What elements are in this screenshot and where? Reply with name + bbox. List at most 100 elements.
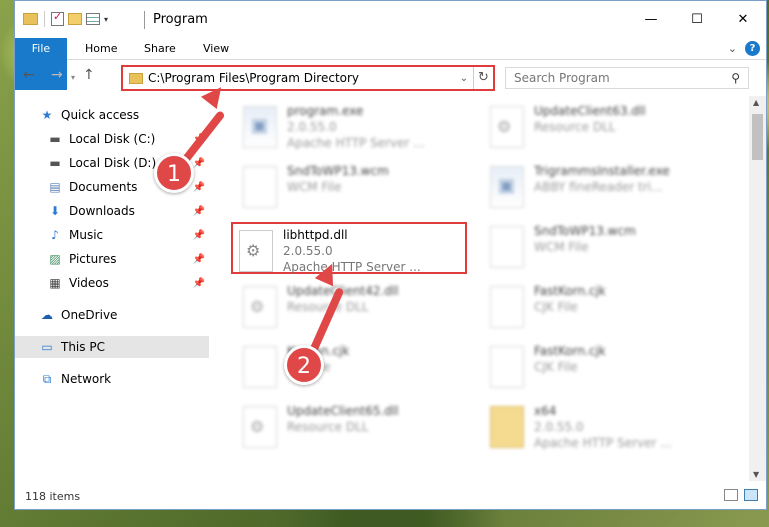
file-icon	[490, 286, 524, 328]
file-name: UpdateClient65.dll	[287, 404, 399, 418]
file-description: Apache HTTP Server ...	[287, 136, 425, 150]
file-item-selected[interactable]: libhttpd.dll 2.0.55.0 Apache HTTP Server…	[231, 222, 467, 274]
navigation-bar: ← → ▾ ↑ C:\Program Files\Program Directo…	[15, 63, 766, 93]
sidebar-item-this-pc[interactable]: ▭ This PC	[15, 336, 209, 358]
sidebar-item-downloads[interactable]: ⬇ Downloads 📌	[15, 200, 209, 222]
file-item[interactable]: SndToWP13.wcm WCM File	[237, 160, 473, 212]
file-item[interactable]: Korean.cjk CJK File	[237, 340, 473, 392]
scrollbar-thumb[interactable]	[752, 114, 763, 160]
dll-icon	[239, 230, 273, 272]
search-icon[interactable]: ⚲	[731, 71, 740, 85]
pin-icon[interactable]: 📌	[193, 182, 205, 193]
file-list: program.exe 2.0.55.0 Apache HTTP Server …	[209, 96, 744, 481]
file-version: 2.0.55.0	[283, 244, 333, 258]
view-icon[interactable]	[86, 13, 100, 25]
address-path[interactable]: C:\Program Files\Program Directory	[148, 71, 455, 85]
file-icon	[490, 346, 524, 388]
close-button[interactable]: ✕	[720, 1, 766, 38]
music-icon: ♪	[51, 228, 59, 242]
scroll-down-icon[interactable]: ▼	[753, 470, 759, 479]
file-name: program.exe	[287, 104, 364, 118]
tab-view[interactable]: View	[191, 38, 241, 60]
drive-icon: ▬	[49, 132, 61, 146]
address-bar[interactable]: C:\Program Files\Program Directory ⌄ ↻	[121, 65, 495, 91]
forward-button[interactable]: →	[51, 67, 63, 83]
explorer-window: ▾ Program — ☐ ✕ File Home Share View ⌄ ?…	[14, 0, 767, 510]
ribbon-tabs: File Home Share View ⌄ ?	[15, 38, 766, 90]
sidebar-item-network[interactable]: ⧉ Network	[15, 368, 209, 390]
sidebar-item-label: Pictures	[69, 252, 117, 266]
sidebar-item-videos[interactable]: ▦ Videos 📌	[15, 272, 209, 294]
file-name: libhttpd.dll	[283, 228, 348, 242]
file-type: Resource DLL	[287, 420, 369, 434]
file-item[interactable]: UpdateClient63.dll Resource DLL	[484, 100, 720, 152]
tab-home[interactable]: Home	[73, 38, 129, 60]
tiles-view-icon[interactable]	[744, 489, 758, 501]
sidebar-item-label: OneDrive	[61, 308, 118, 322]
tab-share[interactable]: Share	[132, 38, 188, 60]
sidebar-item-onedrive[interactable]: ☁ OneDrive	[15, 304, 209, 326]
file-item[interactable]: FastKorn.cjk CJK File	[484, 280, 720, 332]
file-icon	[243, 166, 277, 208]
file-item[interactable]: FastKorn.cjk CJK File	[484, 340, 720, 392]
maximize-button[interactable]: ☐	[674, 1, 720, 38]
network-icon: ⧉	[42, 371, 52, 386]
download-icon: ⬇	[49, 204, 61, 218]
pin-icon[interactable]: 📌	[193, 206, 205, 217]
vertical-scrollbar[interactable]: ▲ ▼	[749, 96, 766, 481]
search-placeholder: Search Program	[514, 71, 610, 85]
address-dropdown-icon[interactable]: ⌄	[455, 73, 473, 84]
file-item[interactable]: SndToWP13.wcm WCM File	[484, 220, 720, 272]
pictures-icon: ▨	[49, 252, 61, 266]
sidebar-item-music[interactable]: ♪ Music 📌	[15, 224, 209, 246]
drive-icon: ▬	[49, 156, 61, 170]
cloud-icon: ☁	[41, 308, 53, 322]
minimize-button[interactable]: —	[628, 1, 674, 38]
file-item[interactable]: x64 2.0.55.0 Apache HTTP Server ...	[484, 400, 720, 452]
customize-toolbar-icon[interactable]: ▾	[104, 15, 108, 24]
up-button[interactable]: ↑	[83, 67, 95, 83]
pin-icon[interactable]: 📌	[193, 254, 205, 265]
back-button[interactable]: ←	[23, 67, 35, 83]
sidebar-item-local-disk-c[interactable]: ▬ Local Disk (C:) 📌	[15, 128, 209, 150]
recent-locations-icon[interactable]: ▾	[71, 73, 75, 82]
expand-ribbon-icon[interactable]: ⌄	[728, 42, 737, 55]
folder-icon	[23, 13, 38, 25]
file-item[interactable]: UpdateClient65.dll Resource DLL	[237, 400, 473, 452]
file-type: Resource DLL	[534, 120, 616, 134]
scroll-up-icon[interactable]: ▲	[753, 98, 759, 107]
toolbar-divider	[44, 11, 45, 27]
sidebar-item-label: Music	[69, 228, 104, 242]
file-item[interactable]: UpdateClient42.dll Resource DLL	[237, 280, 473, 332]
properties-icon[interactable]	[51, 10, 64, 26]
sidebar-item-label: Videos	[69, 276, 109, 290]
file-description: Apache HTTP Server ...	[534, 436, 672, 450]
new-folder-icon[interactable]	[68, 13, 82, 25]
item-count: 118 items	[25, 490, 81, 503]
file-type: WCM File	[534, 240, 589, 254]
pin-icon[interactable]: 📌	[193, 278, 205, 289]
file-type: CJK File	[534, 300, 578, 314]
help-icon[interactable]: ?	[745, 41, 760, 56]
ribbon-controls: ⌄ ?	[728, 41, 760, 56]
window-title: Program	[153, 12, 208, 27]
file-item[interactable]: program.exe 2.0.55.0 Apache HTTP Server …	[237, 100, 473, 152]
sidebar-item-pictures[interactable]: ▨ Pictures 📌	[15, 248, 209, 270]
dll-icon	[243, 406, 277, 448]
file-icon	[490, 226, 524, 268]
file-name: FastKorn.cjk	[534, 284, 606, 298]
folder-icon	[490, 406, 524, 448]
file-type: WCM File	[287, 180, 342, 194]
sidebar-item-label: Local Disk (C:)	[69, 132, 156, 146]
folder-icon	[129, 72, 143, 84]
pin-icon[interactable]: 📌	[193, 158, 205, 169]
file-version: 2.0.55.0	[534, 420, 584, 434]
pin-icon[interactable]: 📌	[193, 230, 205, 241]
sidebar-item-quick-access[interactable]: ★ Quick access	[15, 104, 209, 126]
search-input[interactable]: Search Program ⚲	[505, 67, 749, 89]
callout-badge-2: 2	[284, 345, 324, 385]
details-view-icon[interactable]	[724, 489, 738, 501]
file-item[interactable]: TrigrammsInstaller.exe ABBY fineReader t…	[484, 160, 720, 212]
refresh-button[interactable]: ↻	[473, 67, 493, 89]
documents-icon: ▤	[49, 180, 61, 194]
